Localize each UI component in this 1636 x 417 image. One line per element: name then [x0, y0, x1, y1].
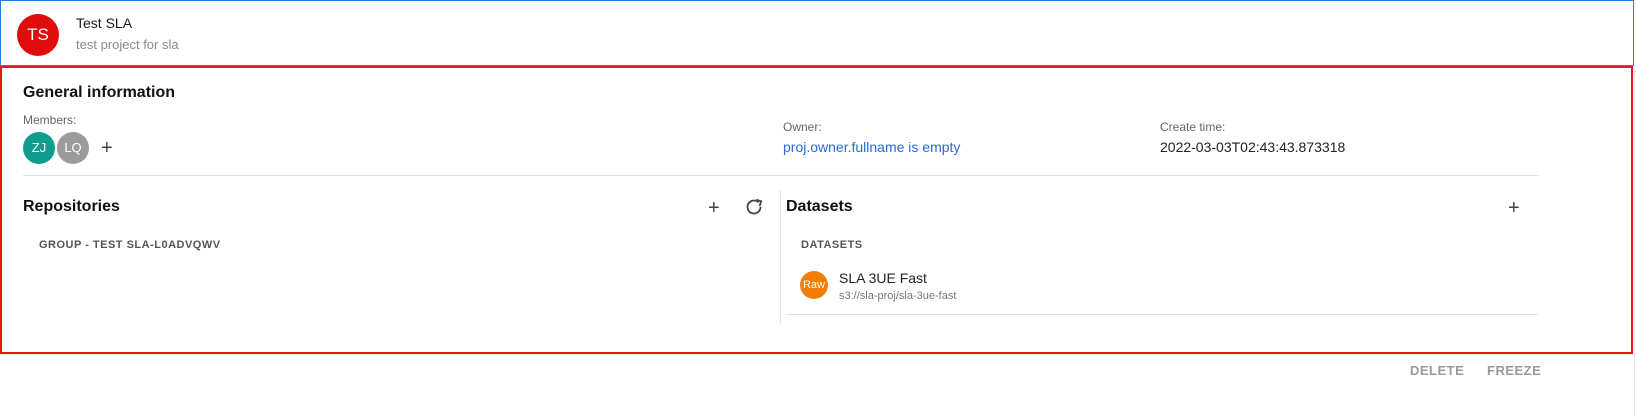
refresh-repositories-button[interactable]	[743, 196, 765, 223]
project-title: Test SLA	[76, 15, 133, 31]
project-header: TS Test SLA test project for sla	[0, 0, 1634, 66]
dataset-divider	[786, 314, 1538, 315]
delete-button[interactable]: DELETE	[1410, 363, 1464, 378]
general-information-title: General information	[23, 84, 176, 101]
footer-divider	[0, 354, 1636, 355]
member-avatar[interactable]: LQ	[57, 132, 89, 164]
panel-edge	[1634, 66, 1635, 417]
owner-label: Owner:	[783, 120, 822, 134]
datasets-subheader: DATASETS	[801, 239, 863, 251]
project-avatar: TS	[17, 14, 59, 56]
create-time-label: Create time:	[1160, 120, 1226, 134]
add-member-button[interactable]: +	[101, 138, 113, 158]
members-label: Members:	[23, 113, 77, 127]
plus-icon: +	[708, 197, 720, 219]
column-divider	[780, 190, 781, 324]
dataset-name: SLA 3UE Fast	[839, 270, 927, 286]
datasets-title: Datasets	[786, 198, 853, 215]
plus-icon: +	[1508, 197, 1520, 219]
add-dataset-button[interactable]: +	[1508, 198, 1520, 218]
plus-icon: +	[101, 137, 113, 159]
project-description: test project for sla	[76, 37, 179, 52]
owner-link[interactable]: proj.owner.fullname is empty	[783, 139, 960, 155]
member-avatar[interactable]: ZJ	[23, 132, 55, 164]
raw-badge: Raw	[800, 271, 828, 299]
section-divider	[23, 175, 1539, 176]
refresh-icon	[746, 198, 763, 215]
project-details-panel: General information Members: ZJ LQ + Own…	[0, 66, 1633, 354]
create-time-value: 2022-03-03T02:43:43.873318	[1160, 139, 1346, 155]
add-repository-button[interactable]: +	[708, 198, 720, 218]
repository-group-label[interactable]: GROUP - TEST SLA-L0ADVQWV	[39, 239, 221, 251]
freeze-button[interactable]: FREEZE	[1487, 363, 1541, 378]
repositories-title: Repositories	[23, 198, 120, 215]
dataset-path: s3://sla-proj/sla-3ue-fast	[839, 290, 957, 302]
